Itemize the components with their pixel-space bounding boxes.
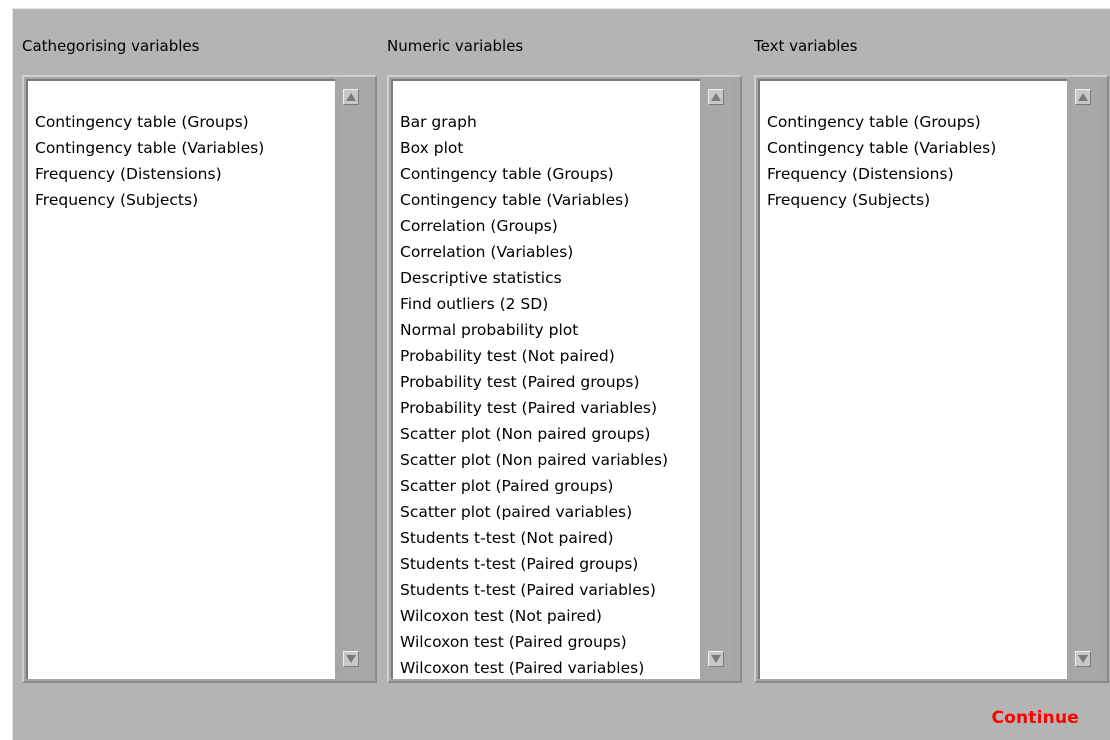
text-variables-listbox[interactable]: Contingency table (Groups) Contingency ta… [754,75,1109,683]
list-item[interactable]: Probability test (Paired groups) [400,369,700,395]
cathegorising-variables-items: Contingency table (Groups) Contingency ta… [28,81,335,213]
list-item[interactable]: Bar graph [400,109,700,135]
cathegorising-variables-label: Cathegorising variables [22,37,200,55]
list-item[interactable]: Students t-test (Paired groups) [400,551,700,577]
list-item[interactable]: Frequency (Subjects) [767,187,1067,213]
list-item[interactable]: Correlation (Groups) [400,213,700,239]
list-item[interactable]: Students t-test (Paired variables) [400,577,700,603]
list-item[interactable]: Normal probability plot [400,317,700,343]
list-item[interactable]: Scatter plot (paired variables) [400,499,700,525]
scroll-up-arrow-icon [711,93,721,101]
main-window: Cathegorising variables Contingency tabl… [12,8,1110,740]
continue-button[interactable]: Continue [991,708,1079,728]
list-item[interactable]: Box plot [400,135,700,161]
list-item[interactable]: Find outliers (2 SD) [400,291,700,317]
list-item[interactable]: Frequency (Distensions) [767,161,1067,187]
list-item[interactable]: Contingency table (Groups) [767,109,1067,135]
list-item[interactable]: Contingency table (Variables) [35,135,335,161]
list-item[interactable]: Wilcoxon test (Paired groups) [400,629,700,655]
list-item[interactable]: Contingency table (Groups) [400,161,700,187]
numeric-variables-label: Numeric variables [387,37,524,55]
scroll-down-arrow-icon [711,655,721,663]
list-item[interactable]: Wilcoxon test (Paired variables) [400,655,700,679]
list-item[interactable]: Descriptive statistics [400,265,700,291]
list-item[interactable]: Contingency table (Groups) [35,109,335,135]
text-variables-label: Text variables [754,37,858,55]
list-item[interactable]: Scatter plot (Paired groups) [400,473,700,499]
list-item[interactable]: Contingency table (Variables) [767,135,1067,161]
list-item[interactable]: Contingency table (Variables) [400,187,700,213]
scroll-up-button[interactable] [1075,89,1091,105]
list-item[interactable]: Wilcoxon test (Not paired) [400,603,700,629]
numeric-variables-listbox[interactable]: Bar graph Box plot Contingency table (Grou… [387,75,742,683]
list-item[interactable]: Scatter plot (Non paired groups) [400,421,700,447]
list-item[interactable]: Correlation (Variables) [400,239,700,265]
scroll-up-button[interactable] [708,89,724,105]
scroll-down-arrow-icon [1078,655,1088,663]
list-item[interactable]: Frequency (Distensions) [35,161,335,187]
scroll-up-arrow-icon [346,93,356,101]
numeric-variables-items: Bar graph Box plot Contingency table (Grou… [393,81,700,679]
scroll-down-button[interactable] [343,651,359,667]
list-item[interactable]: Probability test (Not paired) [400,343,700,369]
scroll-down-button[interactable] [708,651,724,667]
scroll-down-button[interactable] [1075,651,1091,667]
list-item[interactable]: Probability test (Paired variables) [400,395,700,421]
text-variables-list[interactable]: Contingency table (Groups) Contingency ta… [758,79,1067,679]
scroll-up-arrow-icon [1078,93,1088,101]
text-variables-items: Contingency table (Groups) Contingency ta… [760,81,1067,213]
cathegorising-variables-scrollbar[interactable] [340,79,368,679]
numeric-variables-list[interactable]: Bar graph Box plot Contingency table (Grou… [391,79,700,679]
list-item[interactable]: Frequency (Subjects) [35,187,335,213]
list-item[interactable]: Students t-test (Not paired) [400,525,700,551]
scroll-up-button[interactable] [343,89,359,105]
numeric-variables-scrollbar[interactable] [705,79,733,679]
cathegorising-variables-listbox[interactable]: Contingency table (Groups) Contingency ta… [22,75,377,683]
list-item[interactable]: Scatter plot (Non paired variables) [400,447,700,473]
scroll-down-arrow-icon [346,655,356,663]
text-variables-scrollbar[interactable] [1072,79,1100,679]
cathegorising-variables-list[interactable]: Contingency table (Groups) Contingency ta… [26,79,335,679]
